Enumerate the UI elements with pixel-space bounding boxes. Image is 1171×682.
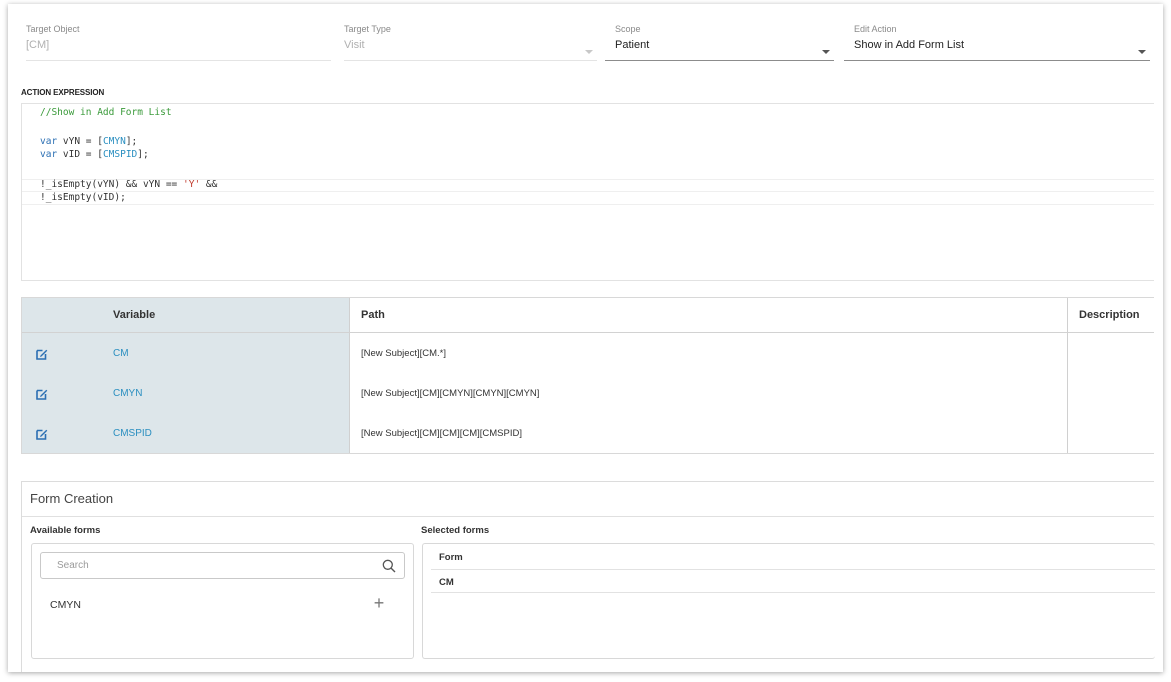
plus-icon[interactable]: + [371,594,387,612]
code-line: !_isEmpty(vID); [40,192,126,203]
code-line: var vYN = [CMYN]; [40,136,138,147]
target-type-field: Target Type Visit [344,24,597,61]
chevron-down-icon[interactable] [1138,50,1146,54]
search-input[interactable] [41,553,404,578]
form-creation-title: Form Creation [30,491,114,506]
edit-action-label: Edit Action [854,24,897,34]
code-line: !_isEmpty(vYN) && vYN == 'Y' && [40,179,218,190]
chevron-down-icon [585,50,593,54]
scope-select[interactable]: Scope Patient [605,24,834,61]
search-box [40,552,405,579]
form-column-header: Form [439,552,463,563]
table-row: CMSPID [New Subject][CM][CM][CM][CMSPID] [22,414,1154,454]
chevron-down-icon[interactable] [822,50,830,54]
scope-label: Scope [615,24,641,34]
variable-path: [New Subject][CM.*] [361,348,446,359]
variable-column-header: Variable [113,309,156,321]
selected-forms-label: Selected forms [421,525,490,536]
path-column-header: Path [361,309,385,321]
action-editor-panel: Target Object [CM] Target Type Visit Sco… [8,4,1163,672]
available-form-item: CMYN [50,599,81,611]
code-line: //Show in Add Form List [40,107,172,118]
variables-table: Variable Path Description CM [New Subjec… [21,297,1154,454]
target-type-value: Visit [344,39,365,51]
action-expression-label: ACTION EXPRESSION [21,88,105,97]
selected-forms-panel: Form CM [422,543,1155,659]
edit-icon[interactable] [36,348,48,360]
variable-path: [New Subject][CM][CM][CM][CMSPID] [361,428,522,439]
edit-icon[interactable] [36,428,48,440]
scope-value: Patient [615,39,650,51]
target-object-field: Target Object [CM] [26,24,331,61]
description-column-header: Description [1079,309,1140,321]
expression-editor[interactable]: //Show in Add Form List var vYN = [CMYN]… [21,103,1154,281]
form-creation-section: Form Creation Available forms Selected f… [21,481,1155,672]
target-type-label: Target Type [344,24,391,34]
selected-form-item[interactable]: CM [439,577,454,588]
code-line: var vID = [CMSPID]; [40,149,149,160]
edit-action-select[interactable]: Edit Action Show in Add Form List [844,24,1150,61]
available-forms-label: Available forms [30,525,101,536]
target-object-value: [CM] [26,39,50,51]
variable-name[interactable]: CMYN [113,388,142,399]
variable-name[interactable]: CMSPID [113,428,152,439]
edit-icon[interactable] [36,388,48,400]
variable-name[interactable]: CM [113,348,129,359]
edit-action-value: Show in Add Form List [854,39,965,51]
target-object-label: Target Object [26,24,80,34]
table-row: CM [New Subject][CM.*] [22,334,1154,374]
variable-path: [New Subject][CM][CMYN][CMYN][CMYN] [361,388,540,399]
search-icon[interactable] [382,559,396,573]
table-row: CMYN [New Subject][CM][CMYN][CMYN][CMYN] [22,374,1154,414]
available-forms-panel: CMYN + [31,543,414,659]
